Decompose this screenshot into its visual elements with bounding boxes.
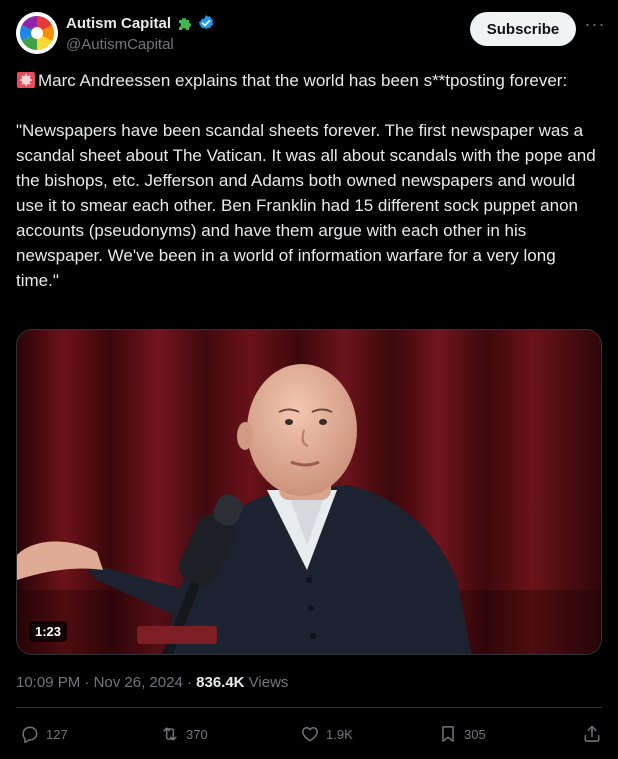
more-options-icon[interactable]: ···	[584, 15, 606, 38]
share-button[interactable]	[582, 720, 602, 748]
bookmark-icon	[442, 726, 454, 742]
views-label: Views	[244, 674, 289, 691]
video-player[interactable]: 1:23	[16, 329, 602, 655]
rainbow-puzzle-avatar-icon	[16, 12, 58, 54]
like-button[interactable]: 1.9K	[300, 720, 353, 748]
divider	[16, 707, 602, 708]
verified-badge-icon[interactable]	[197, 14, 215, 32]
action-bar: 127 370 1.9K 305	[16, 720, 602, 748]
bookmark-button[interactable]: 305	[438, 720, 486, 748]
subscribe-button[interactable]: Subscribe	[470, 12, 576, 46]
share-icon	[584, 725, 600, 742]
repost-count: 370	[186, 726, 208, 742]
like-count: 1.9K	[326, 726, 353, 742]
reply-icon	[22, 726, 38, 744]
author-display-name[interactable]: Autism Capital	[66, 15, 171, 32]
bookmark-count: 305	[464, 726, 486, 742]
meta-separator: ·	[80, 674, 94, 691]
tweet-text: Marc Andreessen explains that the world …	[16, 71, 596, 290]
repost-button[interactable]: 370	[160, 720, 208, 748]
views-count: 836.4K	[196, 674, 245, 691]
tweet-date[interactable]: Nov 26, 2024	[94, 674, 183, 691]
avatar[interactable]	[16, 12, 58, 54]
author-handle[interactable]: @AutismCapital	[66, 36, 174, 53]
video-duration: 1:23	[29, 621, 68, 642]
repost-icon	[163, 727, 177, 741]
puzzle-piece-icon	[179, 18, 192, 30]
heart-icon	[302, 727, 318, 742]
reply-button[interactable]: 127	[20, 720, 68, 748]
video-thumbnail	[17, 330, 601, 654]
meta-separator-2: ·	[182, 674, 197, 691]
tweet-body: Marc Andreessen explains that the world …	[16, 68, 601, 293]
tweet-time[interactable]: 10:09 PM	[16, 674, 80, 691]
tweet-metadata: 10:09 PM · Nov 26, 2024 · 836.4K Views	[16, 674, 288, 691]
police-light-icon	[16, 71, 36, 89]
tweet-header: Autism Capital @AutismCapital Subscribe …	[16, 10, 606, 56]
reply-count: 127	[46, 726, 68, 742]
author-name-row: Autism Capital	[66, 14, 215, 32]
